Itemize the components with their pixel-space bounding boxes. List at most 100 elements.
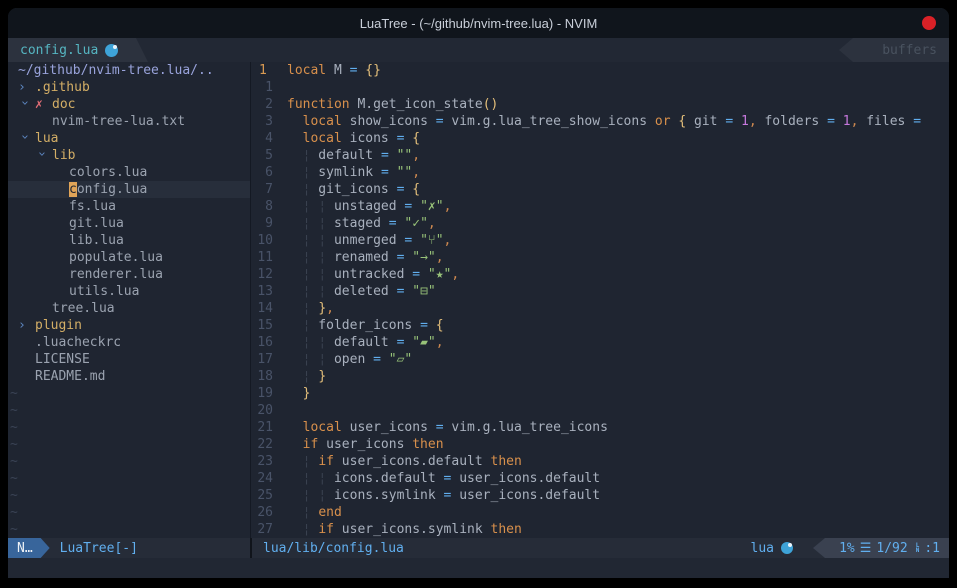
code-token: then bbox=[491, 454, 522, 469]
tree-row[interactable]: README.md bbox=[8, 368, 250, 385]
code-line[interactable]: 26 ¦ end bbox=[251, 504, 949, 521]
code-token: () bbox=[483, 97, 499, 112]
tree-row[interactable]: ~ bbox=[8, 504, 250, 521]
code-token: "" bbox=[397, 165, 413, 180]
tree-row[interactable]: ›lua bbox=[8, 130, 250, 147]
tree-row[interactable]: ›✗doc bbox=[8, 96, 250, 113]
ln-icon-bottom: N bbox=[916, 548, 920, 553]
tree-row[interactable]: tree.lua bbox=[8, 300, 250, 317]
tab-config-lua[interactable]: config.lua bbox=[8, 38, 148, 62]
tree-item-label: .luacheckrc bbox=[35, 335, 121, 350]
tree-row[interactable]: config.lua bbox=[8, 181, 250, 198]
code-line[interactable]: 14 ¦ }, bbox=[251, 300, 949, 317]
code-token: default bbox=[310, 148, 380, 163]
tree-item-label: ~/github/nvim-tree.lua/.. bbox=[18, 63, 214, 78]
tree-row[interactable]: ~ bbox=[8, 419, 250, 436]
code-line[interactable]: 9 ¦ ¦ staged = "✓", bbox=[251, 215, 949, 232]
code-line[interactable]: 22 if user_icons then bbox=[251, 436, 949, 453]
tree-row[interactable]: ~ bbox=[8, 453, 250, 470]
tree-row[interactable]: ~ bbox=[8, 521, 250, 538]
tree-row[interactable]: ›lib bbox=[8, 147, 250, 164]
line-number: 7 bbox=[251, 181, 287, 198]
tree-row[interactable]: utils.lua bbox=[8, 283, 250, 300]
code-token bbox=[287, 301, 303, 316]
tree-row[interactable]: ~ bbox=[8, 436, 250, 453]
line-number: 20 bbox=[251, 402, 287, 419]
code-line[interactable]: 1local M = {} bbox=[251, 62, 949, 79]
code-token: , bbox=[436, 335, 444, 350]
code-line[interactable]: 5 ¦ default = "", bbox=[251, 147, 949, 164]
code-line[interactable]: 23 ¦ if user_icons.default then bbox=[251, 453, 949, 470]
tree-row[interactable]: ~ bbox=[8, 402, 250, 419]
code-line[interactable]: 21 local user_icons = vim.g.lua_tree_ico… bbox=[251, 419, 949, 436]
indent-guide: ¦ bbox=[318, 233, 326, 248]
code-line[interactable]: 18 ¦ } bbox=[251, 368, 949, 385]
command-line[interactable] bbox=[8, 558, 949, 578]
code-token: = bbox=[827, 114, 835, 129]
lines-icon: ☰ bbox=[860, 541, 872, 556]
code-line[interactable]: 8 ¦ ¦ unstaged = "✗", bbox=[251, 198, 949, 215]
code-line[interactable]: 10 ¦ ¦ unmerged = "⑂", bbox=[251, 232, 949, 249]
code-line[interactable]: 19 } bbox=[251, 385, 949, 402]
code-line[interactable]: 27 ¦ if user_icons.symlink then bbox=[251, 521, 949, 538]
code-token: = bbox=[913, 114, 921, 129]
code-line[interactable]: 15 ¦ folder_icons = { bbox=[251, 317, 949, 334]
buffers-segment[interactable]: buffers bbox=[839, 38, 949, 62]
tree-row[interactable]: ~ bbox=[8, 487, 250, 504]
tree-item-label: ~ bbox=[10, 522, 18, 537]
indent-guide: ¦ bbox=[318, 267, 326, 282]
code-line[interactable]: 17 ¦ ¦ open = "▱" bbox=[251, 351, 949, 368]
editor-main-area: ~/github/nvim-tree.lua/..›.github›✗docnv… bbox=[8, 62, 949, 538]
tree-row[interactable]: ~/github/nvim-tree.lua/.. bbox=[8, 62, 250, 79]
code-token: "→" bbox=[412, 250, 435, 265]
code-token bbox=[287, 318, 303, 333]
tree-row[interactable]: .luacheckrc bbox=[8, 334, 250, 351]
code-line[interactable]: 12 ¦ ¦ untracked = "★", bbox=[251, 266, 949, 283]
git-unstaged-icon: ✗ bbox=[35, 96, 52, 113]
tree-row[interactable]: populate.lua bbox=[8, 249, 250, 266]
code-line[interactable]: 25 ¦ ¦ icons.symlink = user_icons.defaul… bbox=[251, 487, 949, 504]
tree-item-label: ~ bbox=[10, 386, 18, 401]
code-token bbox=[428, 318, 436, 333]
tree-row[interactable]: ›plugin bbox=[8, 317, 250, 334]
code-line[interactable]: 6 ¦ symlink = "", bbox=[251, 164, 949, 181]
tree-row[interactable]: LICENSE bbox=[8, 351, 250, 368]
mode-indicator: N… bbox=[8, 538, 50, 558]
tree-row[interactable]: ~ bbox=[8, 385, 250, 402]
line-number: 16 bbox=[251, 334, 287, 351]
line-number: 22 bbox=[251, 436, 287, 453]
window-titlebar[interactable]: LuaTree - (~/github/nvim-tree.lua) - NVI… bbox=[8, 8, 949, 38]
line-number: 10 bbox=[251, 232, 287, 249]
scroll-percent: 1% bbox=[839, 541, 855, 556]
code-token: { bbox=[412, 182, 420, 197]
tab-label: config.lua bbox=[20, 43, 98, 58]
code-line[interactable]: 1 bbox=[251, 79, 949, 96]
code-line[interactable]: 2function M.get_icon_state() bbox=[251, 96, 949, 113]
code-line[interactable]: 13 ¦ ¦ deleted = "⊟" bbox=[251, 283, 949, 300]
close-button[interactable] bbox=[922, 16, 936, 30]
code-line[interactable]: 24 ¦ ¦ icons.default = user_icons.defaul… bbox=[251, 470, 949, 487]
code-token bbox=[287, 233, 303, 248]
code-line[interactable]: 16 ¦ ¦ default = "▰", bbox=[251, 334, 949, 351]
code-token bbox=[733, 114, 741, 129]
tree-row[interactable]: nvim-tree-lua.txt bbox=[8, 113, 250, 130]
line-number: 19 bbox=[251, 385, 287, 402]
code-line[interactable]: 3 local show_icons = vim.g.lua_tree_show… bbox=[251, 113, 949, 130]
tree-row[interactable]: ›.github bbox=[8, 79, 250, 96]
indent-guide: ¦ bbox=[318, 284, 326, 299]
tree-row[interactable]: renderer.lua bbox=[8, 266, 250, 283]
lua-logo-icon bbox=[105, 44, 118, 57]
code-token: = bbox=[436, 114, 444, 129]
code-token: function bbox=[287, 97, 350, 112]
code-token: staged bbox=[326, 216, 389, 231]
tree-row[interactable]: ~ bbox=[8, 470, 250, 487]
code-line[interactable]: 11 ¦ ¦ renamed = "→", bbox=[251, 249, 949, 266]
tree-row[interactable]: git.lua bbox=[8, 215, 250, 232]
code-line[interactable]: 4 local icons = { bbox=[251, 130, 949, 147]
code-token: if bbox=[318, 454, 334, 469]
code-line[interactable]: 20 bbox=[251, 402, 949, 419]
tree-row[interactable]: fs.lua bbox=[8, 198, 250, 215]
code-token: or bbox=[655, 114, 671, 129]
tree-row[interactable]: lib.lua bbox=[8, 232, 250, 249]
code-line[interactable]: 7 ¦ git_icons = { bbox=[251, 181, 949, 198]
